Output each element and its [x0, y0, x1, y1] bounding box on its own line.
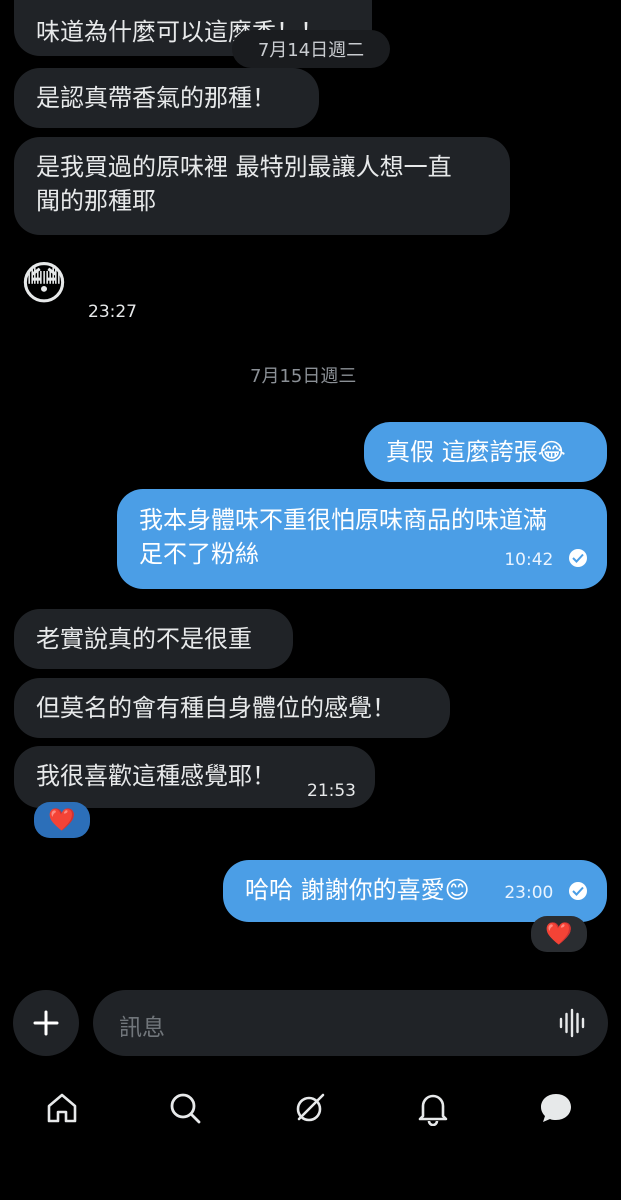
message-time: 10:42: [504, 550, 554, 570]
notifications-icon[interactable]: [415, 1090, 451, 1126]
message-text-line: 聞的那種耶: [36, 187, 156, 215]
message-time: 21:53: [307, 781, 356, 801]
grok-icon[interactable]: [292, 1090, 328, 1126]
date-separator: 7月14日週二: [232, 30, 390, 68]
incoming-message[interactable]: 是我買過的原味裡 最特別最讓人想一直 聞的那種耶: [14, 137, 510, 235]
message-text: 但莫名的會有種自身體位的感覺！: [36, 694, 396, 722]
outgoing-message[interactable]: 哈哈 謝謝你的喜愛😊 23:00: [223, 860, 607, 922]
emoji-message[interactable]: 😳: [20, 257, 68, 309]
outgoing-message[interactable]: 真假 這麼誇張😂: [364, 422, 607, 482]
read-check-icon: [569, 549, 587, 567]
message-text: 我很喜歡這種感覺耶！: [36, 762, 276, 790]
message-input-placeholder: 訊息: [119, 1015, 165, 1041]
incoming-message[interactable]: 我很喜歡這種感覺耶！ 21:53: [14, 746, 375, 808]
message-meta: 23:00: [504, 873, 587, 910]
message-time: 23:00: [504, 883, 554, 903]
read-check-icon: [569, 882, 587, 900]
outgoing-message[interactable]: 我本身體味不重很怕原味商品的味道滿 足不了粉絲 10:42: [117, 489, 607, 589]
incoming-message[interactable]: 老實說真的不是很重: [14, 609, 293, 669]
home-icon[interactable]: [44, 1090, 80, 1126]
message-text-line: 是我買過的原味裡 最特別最讓人想一直: [36, 153, 452, 181]
add-attachment-button[interactable]: [13, 990, 79, 1056]
reaction-badge[interactable]: ❤️: [34, 802, 90, 838]
message-text-line: 我本身體味不重很怕原味商品的味道滿: [139, 506, 547, 534]
message-text: 哈哈 謝謝你的喜愛😊: [245, 876, 470, 904]
date-label: 7月14日週二: [257, 40, 365, 61]
flushed-face-icon: 😳: [20, 256, 68, 310]
voice-waveform-icon[interactable]: [558, 1008, 588, 1038]
heart-icon: ❤️: [48, 807, 76, 833]
message-text: 老實說真的不是很重: [36, 625, 252, 653]
incoming-message[interactable]: 是認真帶香氣的那種！: [14, 68, 319, 128]
search-icon[interactable]: [167, 1090, 203, 1126]
message-text: 真假 這麼誇張😂: [386, 438, 566, 466]
message-meta: 10:42: [504, 540, 587, 577]
date-separator: 7月15日週三: [250, 366, 357, 387]
incoming-message[interactable]: 但莫名的會有種自身體位的感覺！: [14, 678, 450, 738]
message-input[interactable]: 訊息: [93, 990, 608, 1056]
reaction-badge[interactable]: ❤️: [531, 916, 587, 952]
heart-icon: ❤️: [545, 921, 573, 947]
message-text: 是認真帶香氣的那種！: [36, 84, 276, 112]
plus-icon: [33, 1010, 59, 1036]
message-time: 23:27: [88, 302, 137, 322]
messages-icon[interactable]: [538, 1090, 574, 1126]
